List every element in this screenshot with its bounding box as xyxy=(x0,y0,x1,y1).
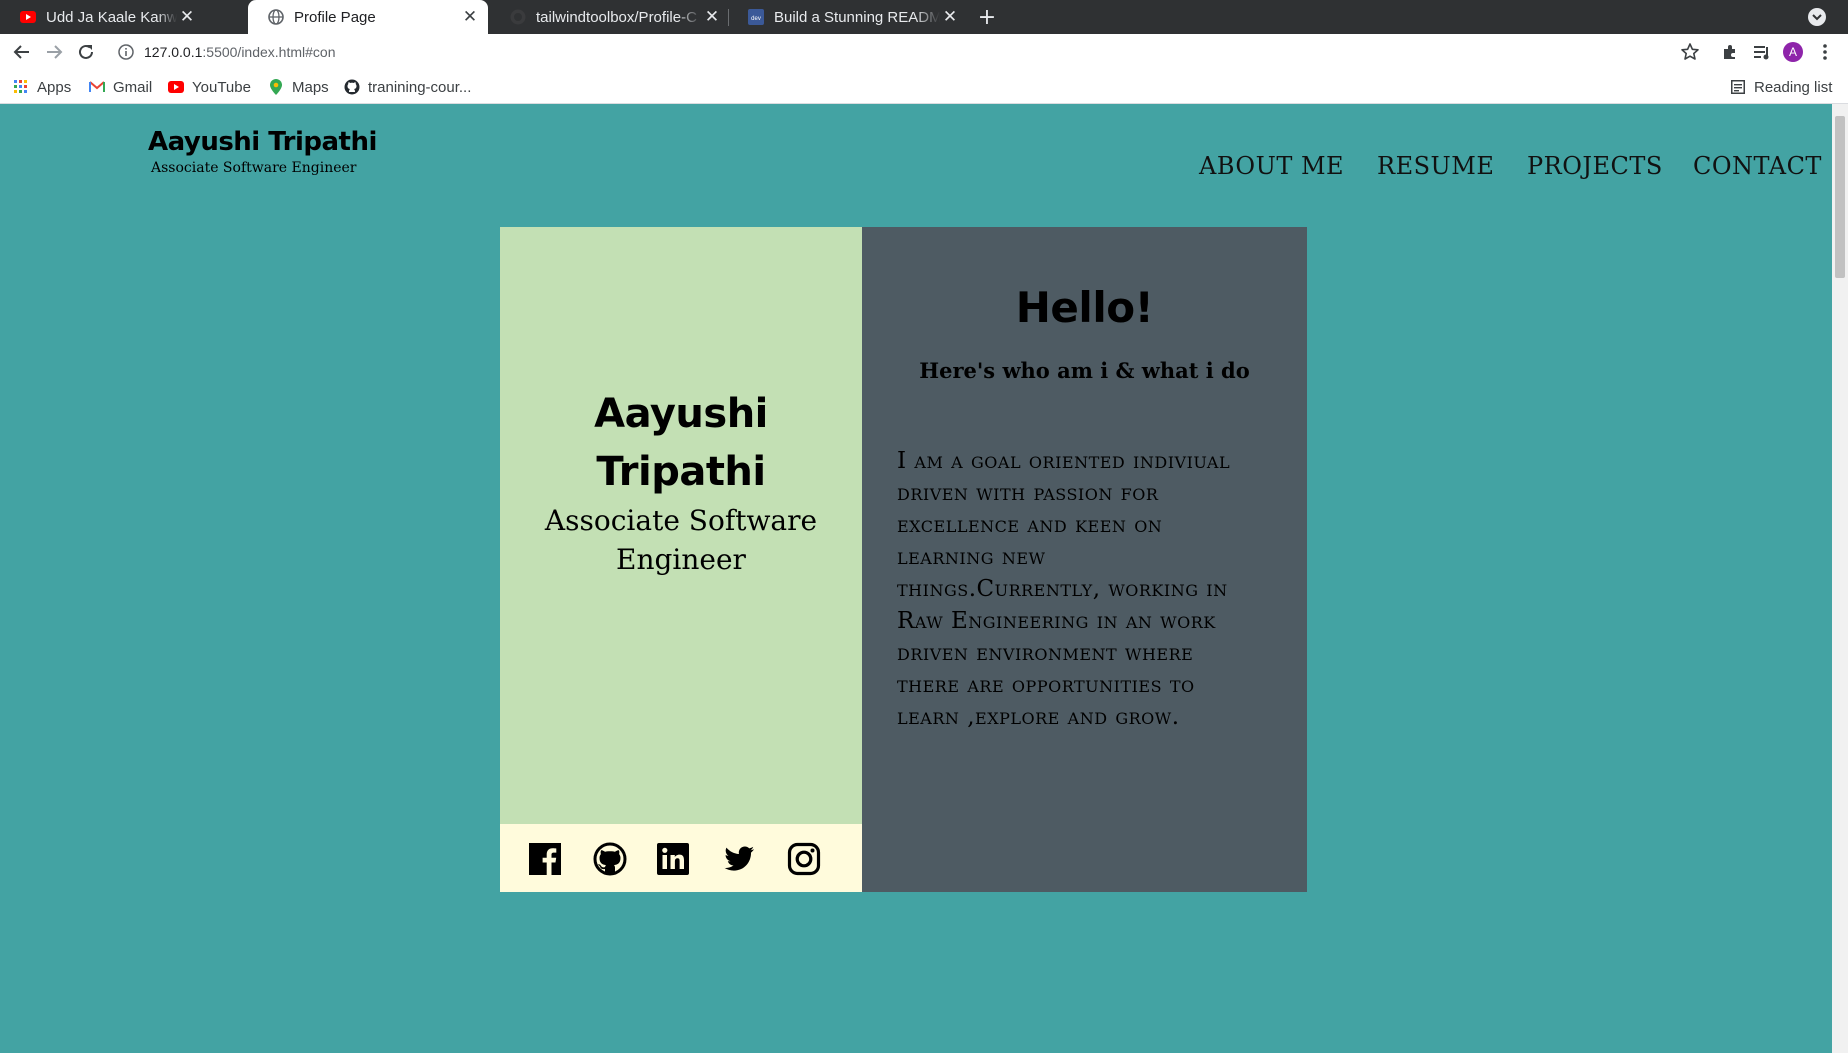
bookmark-label: Maps xyxy=(292,78,329,96)
close-tab-icon[interactable]: ✕ xyxy=(940,7,960,27)
profile-avatar[interactable]: A xyxy=(1783,42,1803,62)
about-card: Hello! Here's who am i & what i do I am … xyxy=(862,227,1307,892)
reading-list-label: Reading list xyxy=(1754,78,1833,96)
url-host: 127.0.0.1 xyxy=(144,44,203,60)
reading-list-button[interactable]: Reading list xyxy=(1730,70,1832,104)
bio-line: there are opportunities to xyxy=(897,672,1195,698)
instagram-icon[interactable] xyxy=(787,842,821,876)
close-tab-icon[interactable]: ✕ xyxy=(702,7,722,27)
url-path: :5500/index.html#con xyxy=(202,44,336,60)
page-scrollbar[interactable] xyxy=(1832,104,1848,1053)
new-tab-button[interactable]: + xyxy=(975,0,999,34)
tab-readme[interactable]: dev Build a Stunning README ✕ xyxy=(728,0,968,34)
globe-icon xyxy=(268,9,284,25)
maps-icon xyxy=(268,79,284,95)
extensions-icon[interactable] xyxy=(1720,42,1740,62)
page-viewport: Aayushi Tripathi Associate Software Engi… xyxy=(0,104,1832,1053)
forward-icon[interactable] xyxy=(42,40,66,64)
url-text: 127.0.0.1:5500/index.html#con xyxy=(144,44,335,60)
linkedin-icon[interactable] xyxy=(656,842,690,876)
bio-line: things.Currently, working in xyxy=(897,576,1228,602)
profile-role-line2: Engineer xyxy=(616,543,746,576)
nav-about-me[interactable]: ABOUT ME xyxy=(1199,152,1344,180)
tab-title: Udd Ja Kaale Kanwan | Un xyxy=(46,8,177,26)
bio-line: Raw Engineering in an work xyxy=(897,608,1216,634)
twitter-icon[interactable] xyxy=(722,842,756,876)
reload-icon[interactable] xyxy=(74,40,98,64)
gmail-icon xyxy=(89,79,105,95)
nav-projects[interactable]: PROJECTS xyxy=(1527,152,1663,180)
github-icon xyxy=(344,79,360,95)
address-bar[interactable]: 127.0.0.1:5500/index.html#con xyxy=(108,38,1700,66)
browser-toolbar: 127.0.0.1:5500/index.html#con A xyxy=(0,34,1848,70)
dev-icon: dev xyxy=(748,9,764,25)
back-icon[interactable] xyxy=(10,40,34,64)
bookmark-maps[interactable]: Maps xyxy=(268,70,329,104)
youtube-icon xyxy=(168,79,184,95)
bookmark-apps[interactable]: Apps xyxy=(13,70,71,104)
facebook-icon[interactable] xyxy=(528,842,562,876)
bio-line: learning new xyxy=(897,544,1046,570)
bio-line: driven with passion for xyxy=(897,480,1159,506)
tab-title: Profile Page xyxy=(294,8,376,26)
tab-profile-page[interactable]: Profile Page ✕ xyxy=(248,0,488,34)
tab-search-icon[interactable] xyxy=(1808,8,1826,26)
profile-name: Aayushi Tripathi xyxy=(500,385,862,501)
nav-resume[interactable]: RESUME xyxy=(1377,152,1494,180)
bookmark-label: YouTube xyxy=(192,78,251,96)
close-tab-icon[interactable]: ✕ xyxy=(177,7,197,27)
apps-grid-icon xyxy=(13,79,29,95)
bio-line: I am a goal oriented indiviual xyxy=(897,448,1231,474)
tab-strip: Udd Ja Kaale Kanwan | Un ✕ Profile Page … xyxy=(0,0,1848,34)
bookmarks-bar: Apps Gmail YouTube Maps tranining-cour..… xyxy=(0,70,1848,104)
reading-list-icon xyxy=(1730,79,1746,95)
bio-line: driven environment where xyxy=(897,640,1194,666)
social-links-bar xyxy=(500,824,862,892)
scrollbar-thumb[interactable] xyxy=(1835,116,1845,278)
bookmark-star-icon[interactable] xyxy=(1680,42,1700,62)
svg-text:dev: dev xyxy=(751,16,761,22)
menu-kebab-icon[interactable] xyxy=(1815,42,1835,62)
site-brand-name[interactable]: Aayushi Tripathi xyxy=(148,127,377,157)
profile-role: Associate Software Engineer xyxy=(500,501,862,579)
tab-title: Build a Stunning README xyxy=(774,8,940,26)
github-icon[interactable] xyxy=(593,842,627,876)
nav-contact[interactable]: CONTACT xyxy=(1693,152,1822,180)
site-info-icon[interactable] xyxy=(118,44,134,60)
profile-card: Aayushi Tripathi Associate Software Engi… xyxy=(500,227,862,824)
tab-title: tailwindtoolbox/Profile-C xyxy=(536,8,697,26)
youtube-icon xyxy=(20,9,36,25)
tab-github[interactable]: tailwindtoolbox/Profile-C ✕ xyxy=(490,0,730,34)
greeting-heading: Hello! xyxy=(1015,283,1154,332)
about-subtitle: Here's who am i & what i do xyxy=(919,358,1250,383)
bio-line: learn ,explore and grow. xyxy=(897,704,1180,730)
bookmark-gmail[interactable]: Gmail xyxy=(89,70,152,104)
bookmark-label: Gmail xyxy=(113,78,153,96)
tab-youtube[interactable]: Udd Ja Kaale Kanwan | Un ✕ xyxy=(0,0,205,34)
profile-name-first: Aayushi xyxy=(594,391,768,437)
bookmark-label: tranining-cour... xyxy=(368,78,472,96)
site-brand-role: Associate Software Engineer xyxy=(151,160,357,176)
bio-paragraph: I am a goal oriented indiviual driven wi… xyxy=(897,445,1297,733)
bookmark-training[interactable]: tranining-cour... xyxy=(344,70,471,104)
bookmark-label: Apps xyxy=(37,78,72,96)
profile-name-last: Tripathi xyxy=(596,449,766,495)
github-icon xyxy=(510,9,526,25)
close-tab-icon[interactable]: ✕ xyxy=(460,7,480,27)
media-controls-icon[interactable] xyxy=(1752,42,1772,62)
bio-line: excellence and keen on xyxy=(897,512,1163,538)
bookmark-youtube[interactable]: YouTube xyxy=(168,70,251,104)
profile-role-line1: Associate Software xyxy=(544,504,818,537)
